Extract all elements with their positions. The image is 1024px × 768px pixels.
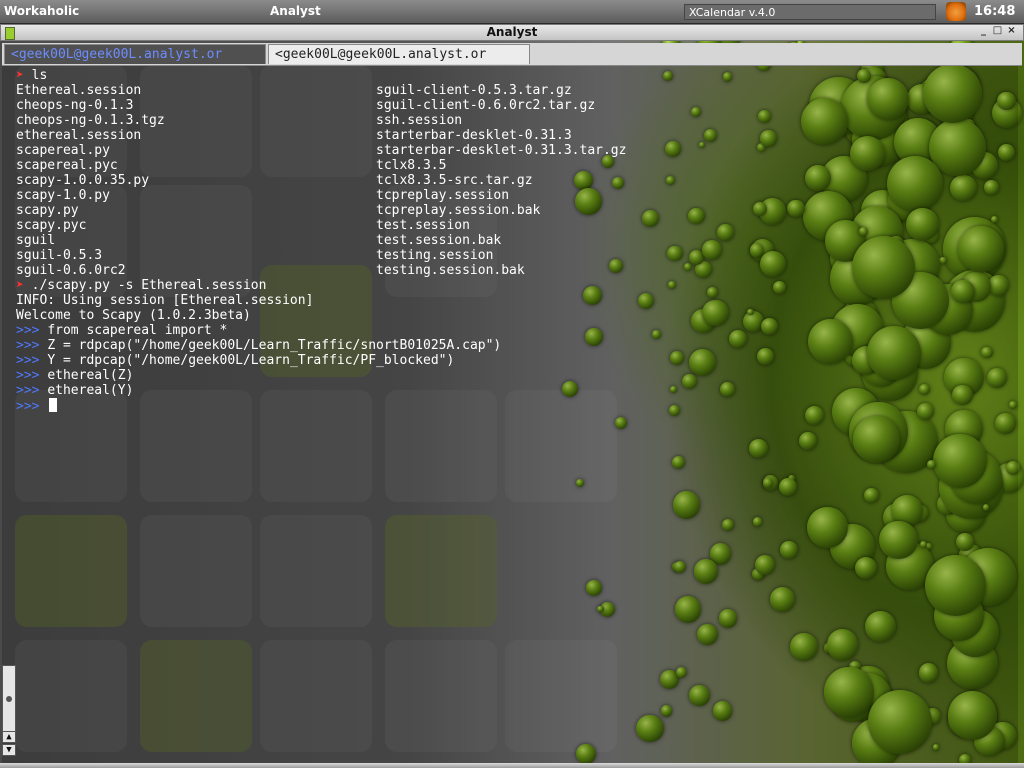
maximize-button[interactable]: □ [992,26,1003,37]
workspace-label[interactable]: Workaholic [4,4,79,18]
python-prompt: >>> [16,383,40,398]
shell-line: ➤ ./scapy.py -s Ethereal.session [16,278,266,293]
repl-command: Z = rdpcap("/home/geek00L/Learn_Traffic/… [47,338,502,353]
terminal-scrollbar[interactable] [2,665,16,739]
file-entry: sguil-client-0.5.3.tar.gz [376,83,572,98]
shell-line: ➤ ls [16,68,47,83]
clock[interactable]: 16:48 [974,4,1015,19]
file-entry: cheops-ng-0.1.3.tgz [16,113,165,128]
file-entry: sguil-0.5.3 [16,248,103,263]
repl-line: >>> from scapereal import * [16,323,227,338]
repl-line: >>> Y = rdpcap("/home/geek00L/Learn_Traf… [16,353,454,368]
window-titlebar[interactable]: Analyst _ □ × [0,24,1024,41]
file-entry: tcpreplay.session.bak [376,203,541,218]
file-entry: tclx8.3.5-src.tar.gz [376,173,533,188]
repl-command: ethereal(Y) [47,383,134,398]
terminal-cursor [49,398,58,412]
repl-line: >>> ethereal(Z) [16,368,133,383]
python-prompt: >>> [16,353,40,368]
window-title: Analyst [486,25,538,39]
file-entry: Ethereal.session [16,83,142,98]
file-entry: tclx8.3.5 [376,158,447,173]
repl-command: from scapereal import * [47,323,228,338]
file-entry: tcpreplay.session [376,188,510,203]
file-entry: sguil [16,233,56,248]
python-prompt: >>> [16,338,40,353]
python-prompt: >>> [16,399,40,414]
file-entry: starterbar-desklet-0.31.3.tar.gz [376,143,627,158]
python-prompt: >>> [16,323,40,338]
welcome-line: Welcome to Scapy (1.0.2.3beta) [16,308,251,323]
user-avatar-icon[interactable] [946,2,966,21]
active-window-label[interactable]: Analyst [270,4,321,18]
window-bottom-border [0,763,1024,768]
minimize-button[interactable]: _ [978,26,989,37]
scroll-down-button[interactable]: ▼ [2,744,16,756]
file-entry: testing.session [376,248,494,263]
python-prompt: >>> [16,368,40,383]
window-menu-icon[interactable] [5,27,15,40]
file-entry: starterbar-desklet-0.31.3 [376,128,572,143]
file-entry: scapy-1.0.0.35.py [16,173,150,188]
file-entry: ethereal.session [16,128,142,143]
info-line: INFO: Using session [Ethereal.session] [16,293,314,308]
repl-line: >>> Z = rdpcap("/home/geek00L/Learn_Traf… [16,338,501,353]
file-entry: test.session [376,218,470,233]
file-entry: cheops-ng-0.1.3 [16,98,134,113]
file-entry: test.session.bak [376,233,502,248]
file-entry: testing.session.bak [376,263,525,278]
repl-command: ethereal(Z) [47,368,134,383]
file-entry: sguil-0.6.0rc2 [16,263,126,278]
file-entry: ssh.session [376,113,463,128]
command-text: ls [31,68,48,83]
file-entry: scapereal.py [16,143,110,158]
prompt-arrow-icon: ➤ [16,68,24,83]
close-button[interactable]: × [1006,26,1017,37]
tab-bar: <geek00L@geek00L.analyst.or <geek00L@gee… [2,43,1022,66]
tab-session-1[interactable]: <geek00L@geek00L.analyst.or [4,44,266,64]
scroll-up-button[interactable]: ▲ [2,731,16,743]
terminal-window: Analyst _ □ × <geek00L@geek00L.analyst.o… [0,24,1024,768]
repl-line: >>> ethereal(Y) [16,383,133,398]
scrollbar-thumb[interactable] [6,696,12,702]
prompt-arrow-icon: ➤ [16,278,24,293]
file-entry: scapy.pyc [16,218,87,233]
repl-command: Y = rdpcap("/home/geek00L/Learn_Traffic/… [47,353,455,368]
terminal-output[interactable]: ➤ ls Ethereal.session cheops-ng-0.1.3 cheo… [2,66,1018,763]
file-entry: scapy-1.0.py [16,188,110,203]
file-entry: scapy.py [16,203,79,218]
repl-line: >>> [16,398,58,414]
file-entry: sguil-client-0.6.0rc2.tar.gz [376,98,596,113]
calendar-applet[interactable]: XCalendar v.4.0 [684,4,936,20]
file-entry: scapereal.pyc [16,158,118,173]
command-text: ./scapy.py -s Ethereal.session [31,278,267,293]
tab-session-2[interactable]: <geek00L@geek00L.analyst.or [268,44,530,64]
top-panel: Workaholic Analyst XCalendar v.4.0 16:48 [0,0,1024,24]
